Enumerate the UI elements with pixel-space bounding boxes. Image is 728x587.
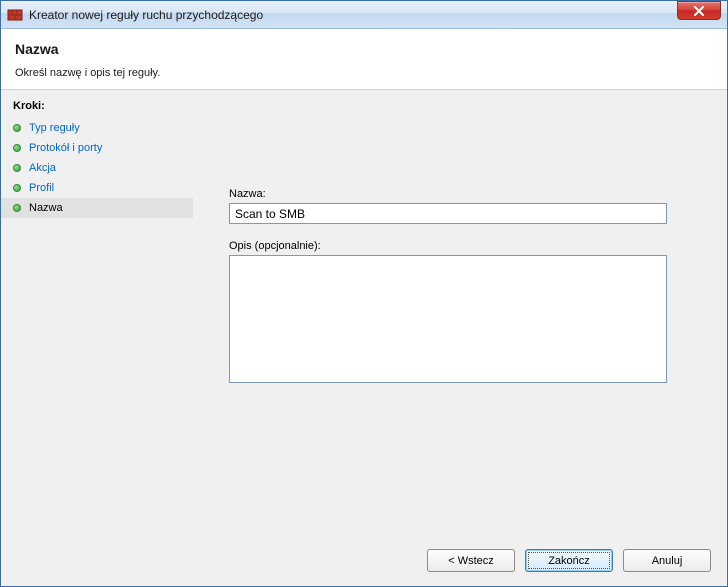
bullet-icon	[13, 204, 21, 212]
bullet-icon	[13, 184, 21, 192]
wizard-window: Kreator nowej reguły ruchu przychodząceg…	[0, 0, 728, 587]
page-title: Nazwa	[15, 41, 713, 57]
step-profile[interactable]: Profil	[1, 178, 193, 198]
form-area: Nazwa: Opis (opcjonalnie):	[229, 188, 705, 402]
steps-sidebar: Kroki: Typ reguły Protokół i porty Akcja…	[1, 90, 193, 539]
titlebar: Kreator nowej reguły ruchu przychodząceg…	[1, 1, 727, 29]
close-icon	[693, 6, 705, 16]
step-protocol-ports[interactable]: Protokół i porty	[1, 138, 193, 158]
firewall-icon	[7, 7, 23, 23]
step-name[interactable]: Nazwa	[1, 198, 193, 218]
step-label: Profil	[29, 182, 54, 194]
finish-button[interactable]: Zakończ	[525, 549, 613, 572]
bullet-icon	[13, 124, 21, 132]
bullet-icon	[13, 144, 21, 152]
cancel-button[interactable]: Anuluj	[623, 549, 711, 572]
close-button[interactable]	[677, 1, 721, 20]
step-action[interactable]: Akcja	[1, 158, 193, 178]
step-label: Nazwa	[29, 202, 63, 214]
description-input[interactable]	[229, 255, 667, 383]
step-label: Akcja	[29, 162, 56, 174]
name-field-block: Nazwa:	[229, 188, 705, 224]
main-panel: Nazwa: Opis (opcjonalnie):	[193, 90, 727, 539]
steps-title: Kroki:	[1, 100, 193, 118]
button-row: < Wstecz Zakończ Anuluj	[1, 539, 727, 586]
name-input[interactable]	[229, 203, 667, 224]
body-area: Kroki: Typ reguły Protokół i porty Akcja…	[1, 90, 727, 539]
bullet-icon	[13, 164, 21, 172]
window-title: Kreator nowej reguły ruchu przychodząceg…	[29, 8, 723, 22]
page-subtitle: Określ nazwę i opis tej reguły.	[15, 67, 713, 79]
header-panel: Nazwa Określ nazwę i opis tej reguły.	[1, 29, 727, 90]
back-button[interactable]: < Wstecz	[427, 549, 515, 572]
description-field-block: Opis (opcjonalnie):	[229, 240, 705, 386]
step-label: Protokół i porty	[29, 142, 102, 154]
step-rule-type[interactable]: Typ reguły	[1, 118, 193, 138]
name-label: Nazwa:	[229, 188, 705, 200]
description-label: Opis (opcjonalnie):	[229, 240, 705, 252]
step-label: Typ reguły	[29, 122, 80, 134]
